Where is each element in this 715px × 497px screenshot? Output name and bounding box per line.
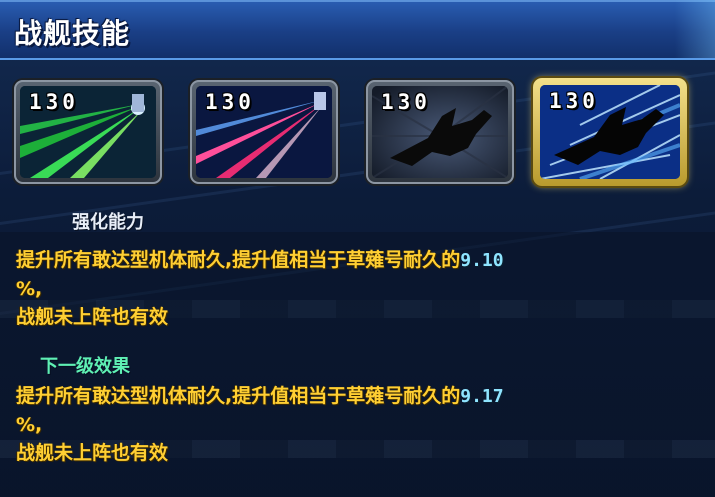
next-effect-text: 提升所有敢达型机体耐久,提升值相当于草薙号耐久的 — [16, 385, 461, 407]
current-effect-line-3: 战舰未上阵也有效 — [16, 306, 169, 328]
current-effect-value: 9.10 — [460, 250, 504, 271]
current-effect-line-2: %, — [16, 278, 43, 300]
next-effect-line-1: 提升所有敢达型机体耐久,提升值相当于草薙号耐久的9.17 — [16, 382, 706, 411]
current-effect-line-1: 提升所有敢达型机体耐久,提升值相当于草薙号耐久的9.10 — [16, 246, 706, 275]
skill-icon-frame: 130 — [372, 86, 508, 178]
next-effect-line-3: 战舰未上阵也有效 — [16, 442, 169, 464]
next-level-label: 下一级效果 — [40, 356, 130, 377]
skill-icon-frame: 130 — [196, 86, 332, 178]
skill-level: 130 — [205, 90, 255, 114]
title-bar: 战舰技能 — [0, 0, 715, 60]
skill-icon-frame: 130 — [540, 85, 680, 179]
next-effect-value: 9.17 — [460, 386, 504, 407]
skill-slot-2[interactable]: 130 — [190, 80, 338, 184]
skill-slot-1[interactable]: 130 — [14, 80, 162, 184]
current-effect-label: 强化能力 — [72, 212, 144, 233]
current-effect-description: 提升所有敢达型机体耐久,提升值相当于草薙号耐久的9.10 %, 战舰未上阵也有效 — [16, 246, 706, 331]
skill-slot-3[interactable]: 130 — [366, 80, 514, 184]
next-level-description: 提升所有敢达型机体耐久,提升值相当于草薙号耐久的9.17 %, 战舰未上阵也有效 — [16, 382, 706, 467]
skill-slot-4-selected[interactable]: 130 — [533, 78, 687, 186]
skill-icon-frame: 130 — [20, 86, 156, 178]
skill-level: 130 — [381, 90, 431, 114]
current-effect-text: 提升所有敢达型机体耐久,提升值相当于草薙号耐久的 — [16, 249, 461, 271]
skill-level: 130 — [549, 89, 599, 113]
page-title: 战舰技能 — [14, 17, 131, 50]
skill-level: 130 — [29, 90, 79, 114]
next-effect-line-2: %, — [16, 414, 43, 436]
